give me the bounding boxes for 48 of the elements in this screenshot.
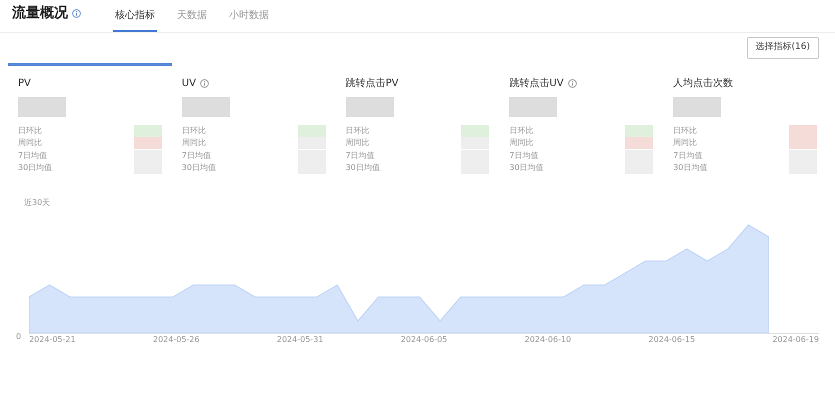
comparison-label: 日环比 [346, 124, 370, 136]
blurred-value [18, 96, 66, 116]
section-title: 流量概况 [12, 4, 68, 23]
select-metrics-button[interactable]: 选择指标(16) [746, 37, 819, 58]
comparison-label: 7日均值 [182, 150, 211, 162]
metric-card[interactable]: UV 日环比 周同比 7日均值 30日均值 [172, 62, 336, 180]
tab[interactable]: 核心指标 [113, 0, 157, 32]
metric-label: 跳转点击PV [346, 76, 398, 90]
comparison-label: 日环比 [18, 124, 42, 136]
comparison-label: 周同比 [509, 137, 534, 149]
comparison-label: 周同比 [673, 137, 698, 149]
axis-label: 2024-06-15 [648, 334, 696, 346]
comparison-label: 周同比 [346, 137, 370, 149]
comparison-label: 30日均值 [182, 162, 216, 174]
metric-label: UV [182, 76, 196, 90]
axis-label: 2024-05-31 [276, 334, 324, 346]
comparison-label: 30日均值 [509, 162, 544, 174]
comparison-label: 30日均值 [346, 162, 380, 174]
blurred-value [673, 96, 722, 116]
comparison-label: 30日均值 [18, 162, 52, 174]
axis-label: 2024-05-21 [29, 334, 76, 346]
metric-label: 人均点击次数 [673, 76, 734, 90]
comparison-label: 7日均值 [509, 150, 538, 162]
blurred-value [346, 96, 394, 116]
axis-label: 2024-05-26 [152, 334, 200, 346]
metric-card[interactable]: 跳转点击PV 日环比 周同比 7日均值 30日均值 [336, 62, 500, 180]
info-icon [72, 9, 81, 18]
comparison-label: 日环比 [509, 124, 534, 136]
axis-label: 2024-06-10 [524, 334, 572, 346]
comparison-label: 日环比 [673, 124, 698, 136]
metric-card[interactable]: PV 日环比 周同比 7日均值 30日均值 [8, 62, 172, 180]
range-label: 近30天 [24, 196, 52, 208]
axis-label: 2024-06-05 [400, 334, 448, 346]
comparison-label: 7日均值 [18, 150, 48, 162]
metric-card[interactable]: 跳转点击UV 日环比 周同比 7日均值 30日均值 [499, 62, 664, 180]
comparison-label: 周同比 [182, 137, 206, 149]
comparison-label: 周同比 [18, 137, 42, 149]
comparison-label: 日环比 [182, 124, 206, 136]
metric-label: PV [18, 76, 31, 90]
metric-card[interactable]: 人均点击次数 日环比 周同比 7日均值 30日均值 [663, 62, 827, 180]
axis-label: 0 [16, 330, 22, 342]
comparison-label: 7日均值 [346, 150, 375, 162]
blurred-value [509, 96, 558, 116]
blurred-value [182, 96, 230, 116]
axis-label: 2024-06-19 [772, 334, 819, 346]
comparison-label: 30日均值 [673, 162, 708, 174]
metric-label: 跳转点击UV [509, 76, 564, 90]
comparison-label: 7日均值 [673, 150, 702, 162]
